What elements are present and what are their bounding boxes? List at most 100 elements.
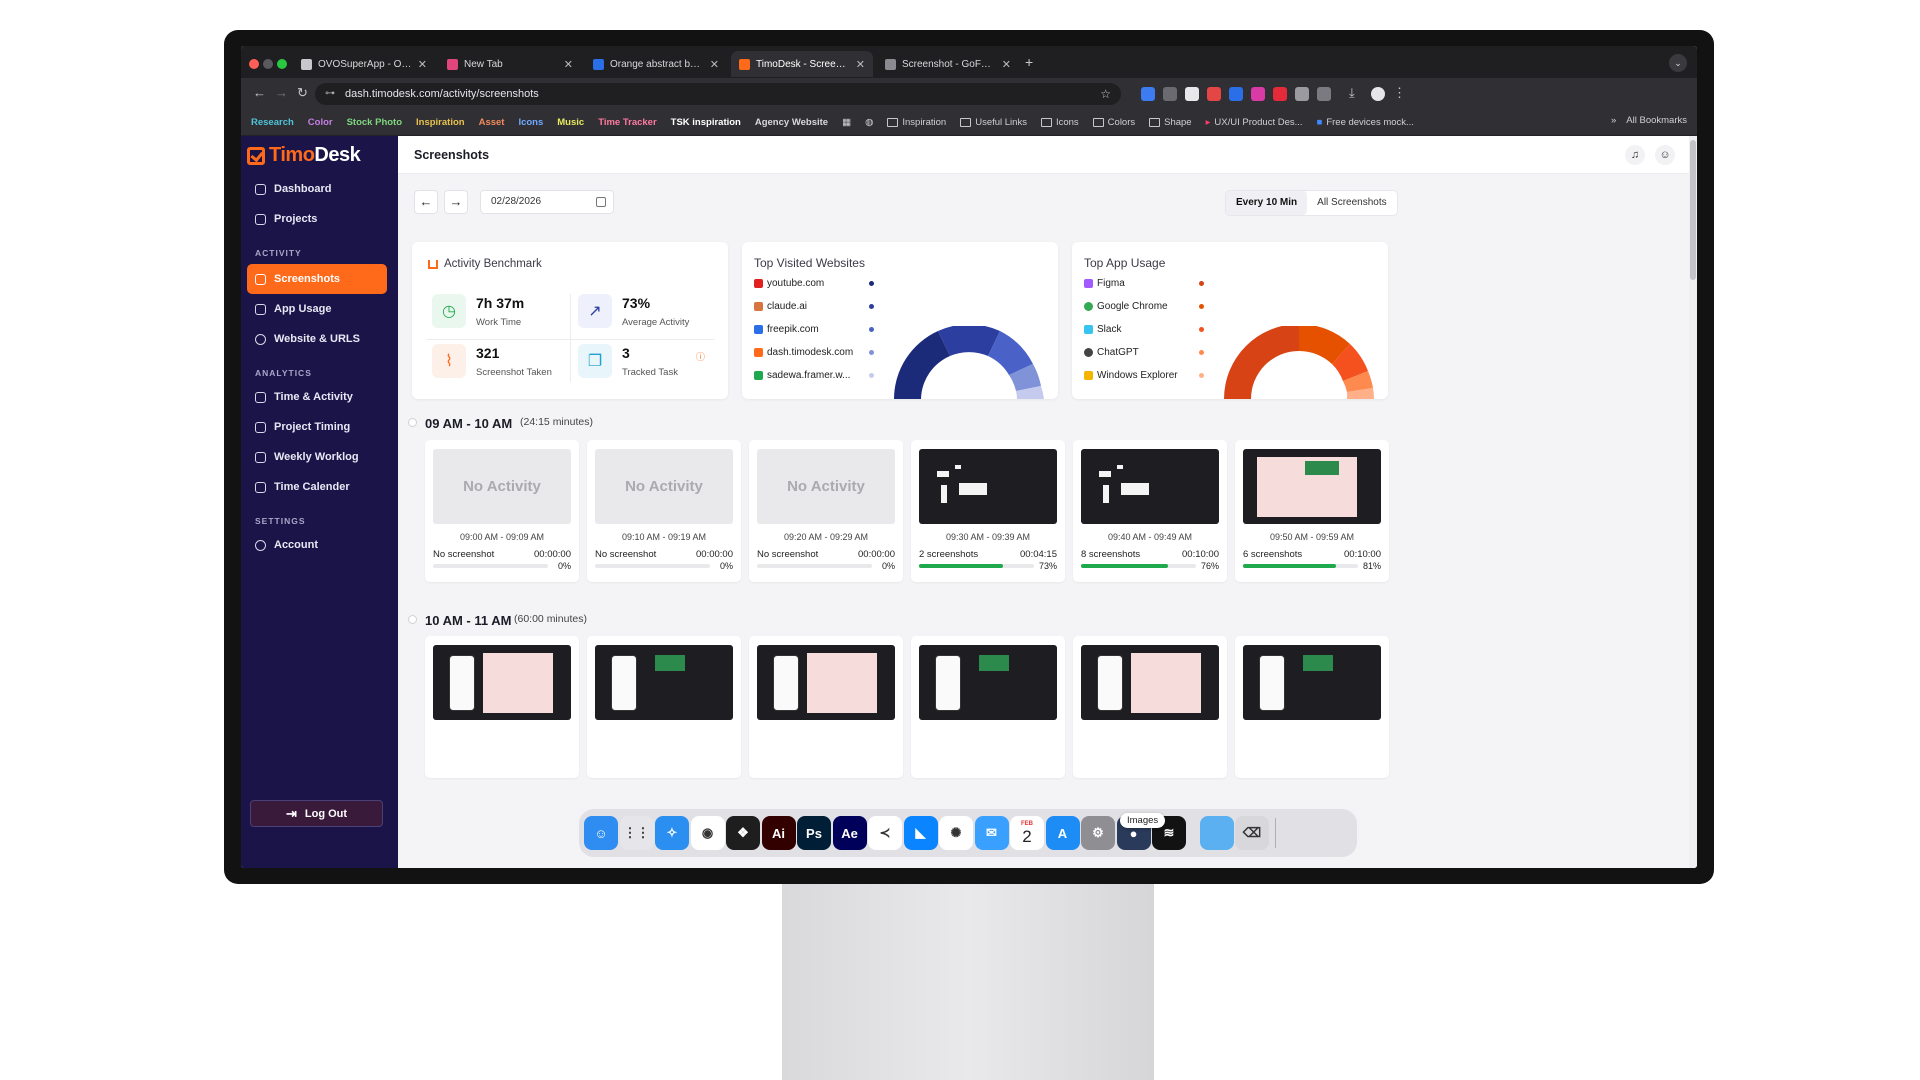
- apps-grid-icon[interactable]: ▦: [838, 115, 855, 130]
- user-icon[interactable]: ☺: [1655, 145, 1675, 165]
- bookmark-asset[interactable]: Asset: [475, 115, 509, 130]
- sidebar-item-dashboard[interactable]: Dashboard: [247, 174, 387, 204]
- sidebar-item-account[interactable]: Account: [247, 530, 387, 560]
- all-bookmarks[interactable]: » All Bookmarks: [1611, 115, 1687, 126]
- forward-icon[interactable]: →: [275, 85, 288, 100]
- mail-icon[interactable]: ✉: [974, 816, 1009, 850]
- sidebar-item-time-activity[interactable]: Time & Activity: [247, 382, 387, 412]
- illustrator-icon[interactable]: Ai: [761, 816, 796, 850]
- launchpad-icon[interactable]: ⋮⋮: [619, 816, 654, 850]
- camera-extension-icon[interactable]: [1163, 87, 1177, 101]
- screenshot-card[interactable]: [1073, 636, 1227, 778]
- bookmark-free-devices[interactable]: ■ Free devices mock...: [1313, 115, 1418, 130]
- screenshot-thumbnail[interactable]: [919, 449, 1057, 524]
- no-activity-placeholder[interactable]: No Activity: [757, 449, 895, 524]
- sidebar-item-app-usage[interactable]: App Usage: [247, 294, 387, 324]
- screenshot-card[interactable]: 09:30 AM - 09:39 AM 2 screenshots 00:04:15…: [911, 440, 1065, 582]
- folder-icons[interactable]: Icons: [1037, 115, 1083, 130]
- screenshot-card[interactable]: [425, 636, 579, 778]
- address-bar[interactable]: ⊶ dash.timodesk.com/activity/screenshots…: [315, 83, 1121, 105]
- browser-tab[interactable]: OVOSuperApp - OvoSuper D... ✕: [293, 51, 435, 77]
- bookmark-inspiration[interactable]: Inspiration: [412, 115, 469, 130]
- bell-icon[interactable]: ♫: [1625, 145, 1645, 165]
- bookmark-stock-photo[interactable]: Stock Photo: [343, 115, 406, 130]
- pin-extension-icon[interactable]: [1207, 87, 1221, 101]
- screenshot-card[interactable]: 09:40 AM - 09:49 AM 8 screenshots 00:10:00…: [1073, 440, 1227, 582]
- extensions-puzzle-icon[interactable]: [1317, 87, 1331, 101]
- extension-icon[interactable]: [1295, 87, 1309, 101]
- close-tab-icon[interactable]: ✕: [564, 58, 573, 71]
- folder-inspiration[interactable]: Inspiration: [883, 115, 950, 130]
- after-effects-icon[interactable]: Ae: [832, 816, 867, 850]
- no-activity-placeholder[interactable]: No Activity: [595, 449, 733, 524]
- folder-icon[interactable]: [1199, 816, 1234, 850]
- framer-icon[interactable]: ◣: [903, 816, 938, 850]
- screenshot-thumbnail[interactable]: [1243, 449, 1381, 524]
- zoom-window-button[interactable]: [277, 59, 287, 69]
- screenshot-card[interactable]: [1235, 636, 1389, 778]
- scrollbar[interactable]: [1689, 136, 1697, 868]
- back-icon[interactable]: ←: [253, 85, 266, 100]
- sidebar-item-screenshots[interactable]: Screenshots: [247, 264, 387, 294]
- extension-icon[interactable]: [1273, 87, 1287, 101]
- folder-useful-links[interactable]: Useful Links: [956, 115, 1031, 130]
- all-screenshots-tab[interactable]: All Screenshots: [1307, 191, 1396, 215]
- browser-tab[interactable]: Orange abstract background... ✕: [585, 51, 727, 77]
- reload-icon[interactable]: ↻: [297, 85, 308, 101]
- profile-avatar[interactable]: [1371, 87, 1385, 101]
- screenshot-card[interactable]: 09:50 AM - 09:59 AM 6 screenshots 00:10:00…: [1235, 440, 1389, 582]
- download-icon[interactable]: ⤓: [1349, 85, 1355, 101]
- extension-icon[interactable]: [1141, 87, 1155, 101]
- extension-icon[interactable]: [1251, 87, 1265, 101]
- sidebar-item-website-urls[interactable]: Website & URLS: [247, 324, 387, 354]
- bookmark-star-icon[interactable]: ☆: [1100, 83, 1111, 105]
- sidebar-item-project-timing[interactable]: Project Timing: [247, 412, 387, 442]
- site-info-icon[interactable]: ⊶: [325, 83, 335, 105]
- finder-icon[interactable]: ☺: [584, 816, 618, 850]
- extension-icon[interactable]: [1185, 87, 1199, 101]
- every-10-min-tab[interactable]: Every 10 Min: [1226, 191, 1308, 215]
- logout-button[interactable]: ⇥ Log Out: [250, 800, 383, 827]
- folder-colors[interactable]: Colors: [1089, 115, 1139, 130]
- browser-tab[interactable]: New Tab ✕: [439, 51, 581, 77]
- browser-tab-active[interactable]: TimoDesk - Screenshots ✕: [731, 51, 873, 77]
- close-tab-icon[interactable]: ✕: [710, 58, 719, 71]
- globe-bookmark-icon[interactable]: ◍: [861, 115, 877, 130]
- calendar-icon[interactable]: FEB 2: [1010, 816, 1044, 850]
- no-activity-placeholder[interactable]: No Activity: [433, 449, 571, 524]
- bookmark-research[interactable]: Research: [247, 115, 298, 130]
- sidebar-item-projects[interactable]: Projects: [247, 204, 387, 234]
- bookmark-tsk-inspiration[interactable]: TSK inspiration: [667, 115, 745, 130]
- scrollbar-thumb[interactable]: [1690, 140, 1696, 280]
- screenshot-card[interactable]: [587, 636, 741, 778]
- browser-tab[interactable]: Screenshot - GoFullPage ✕: [877, 51, 1019, 77]
- screenshot-thumbnail[interactable]: [1081, 645, 1219, 720]
- trash-icon[interactable]: ⌫: [1235, 816, 1269, 850]
- close-tab-icon[interactable]: ✕: [856, 58, 865, 71]
- bookmark-icons[interactable]: Icons: [514, 115, 547, 130]
- chrome-icon[interactable]: ◉: [690, 816, 725, 850]
- bookmark-agency-website[interactable]: Agency Website: [751, 115, 832, 130]
- bookmark-color[interactable]: Color: [304, 115, 337, 130]
- prev-day-button[interactable]: ←: [414, 190, 438, 214]
- vscode-icon[interactable]: ≺: [868, 816, 902, 850]
- sidebar-item-time-calender[interactable]: Time Calender: [247, 472, 387, 502]
- tab-search-button[interactable]: ⌄: [1669, 54, 1687, 72]
- info-icon[interactable]: ⓘ: [696, 350, 705, 363]
- photoshop-icon[interactable]: Ps: [797, 816, 831, 850]
- close-tab-icon[interactable]: ✕: [1002, 58, 1011, 71]
- screenshot-thumbnail[interactable]: [1081, 449, 1219, 524]
- new-tab-button[interactable]: +: [1025, 54, 1033, 70]
- screenshot-thumbnail[interactable]: [919, 645, 1057, 720]
- screenshot-thumbnail[interactable]: [757, 645, 895, 720]
- folder-shape[interactable]: Shape: [1145, 115, 1195, 130]
- screenshot-card[interactable]: [749, 636, 903, 778]
- bookmark-ux-ui-product[interactable]: ▸ UX/UI Product Des...: [1202, 115, 1307, 130]
- minimize-window-button[interactable]: [263, 59, 273, 69]
- timodesk-logo[interactable]: TimoDesk: [247, 144, 361, 167]
- bookmark-time-tracker[interactable]: Time Tracker: [594, 115, 660, 130]
- sidebar-item-weekly-worklog[interactable]: Weekly Worklog: [247, 442, 387, 472]
- figma-icon[interactable]: ❖: [726, 816, 760, 850]
- next-day-button[interactable]: →: [444, 190, 468, 214]
- chatgpt-icon[interactable]: ✺: [939, 816, 973, 850]
